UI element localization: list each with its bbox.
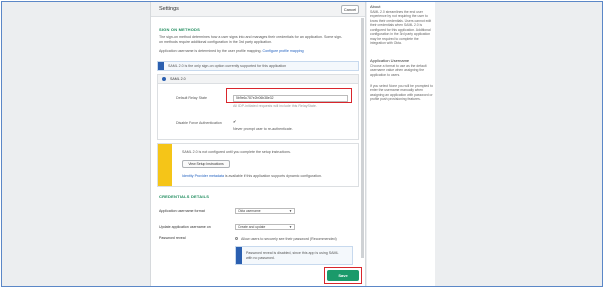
force-auth-hint: Never prompt user to re-authenticate. <box>233 127 293 131</box>
password-reveal-option: Allow users to securely see their passwo… <box>241 237 337 241</box>
password-reveal-note-2: with no password. <box>246 256 275 260</box>
configure-profile-mapping-link[interactable]: Configure profile mapping <box>262 49 303 53</box>
view-setup-instructions-button[interactable]: View Setup Instructions <box>182 160 230 168</box>
warning-icon <box>158 144 172 186</box>
about-title: About <box>370 4 381 9</box>
update-username-label: Update application username on <box>159 225 211 229</box>
relay-state-hint: All IDP-initiated requests will include … <box>233 104 317 108</box>
app-username-text-2: If you select None you will be prompted … <box>370 84 433 102</box>
panel-header: Settings Cancel <box>151 2 365 17</box>
info-icon <box>158 62 164 70</box>
sign-on-desc-2: on methods require additional configurat… <box>159 40 273 44</box>
chevron-down-icon: ▼ <box>289 209 292 213</box>
metadata-suffix: is available if this application support… <box>224 174 323 178</box>
password-reveal-label: Password reveal <box>159 236 186 240</box>
save-button[interactable]: Save <box>327 270 359 281</box>
password-reveal-note-1: Password reveal is disabled, since this … <box>246 251 339 255</box>
app-username-text-1: Choose a format to use as the default us… <box>370 64 427 77</box>
setup-warning-box: SAML 2.0 is not configured until you com… <box>157 143 359 187</box>
sign-on-heading: SIGN ON METHODS <box>159 27 201 32</box>
relay-state-highlight <box>226 88 352 103</box>
username-note-text: Application username is determined by th… <box>159 49 262 53</box>
settings-panel: Settings Cancel SIGN ON METHODS The sign… <box>150 2 366 286</box>
credentials-heading: CREDENTIALS DETAILS <box>159 194 210 199</box>
update-username-select[interactable]: Create and update ▼ <box>235 224 295 230</box>
force-auth-checkbox[interactable]: ✔ <box>233 119 236 124</box>
panel-title: Settings <box>159 6 179 12</box>
saml-radio[interactable] <box>162 77 166 81</box>
saml-label: SAML 2.0 <box>170 77 186 81</box>
cancel-button[interactable]: Cancel <box>341 5 359 14</box>
username-format-label: Application username format <box>159 209 205 213</box>
about-text: SAML 2.0 streamlines the end user experi… <box>370 10 432 45</box>
right-background <box>436 2 602 286</box>
password-reveal-info: Password reveal is disabled, since this … <box>235 246 353 265</box>
password-reveal-checkbox[interactable] <box>235 237 238 240</box>
relay-state-label: Default Relay State <box>176 96 207 100</box>
info-icon <box>236 247 242 264</box>
saml-option-header[interactable]: SAML 2.0 <box>158 75 358 84</box>
only-option-text: SAML 2.0 is the only sign-on option curr… <box>168 64 287 68</box>
force-auth-label: Disable Force Authentication <box>176 121 222 125</box>
metadata-line: Identity Provider metadata is available … <box>182 174 322 178</box>
only-option-info: SAML 2.0 is the only sign-on option curr… <box>157 61 359 71</box>
warning-text: SAML 2.0 is not configured until you com… <box>182 150 291 154</box>
app-username-title: Application Username <box>370 58 410 63</box>
update-username-value: Create and update <box>238 225 266 229</box>
help-panel: About SAML 2.0 streamlines the end user … <box>367 2 435 286</box>
chevron-down-icon: ▼ <box>289 225 292 229</box>
username-format-value: Okta username <box>238 209 261 213</box>
panel-scrollbar[interactable] <box>361 18 364 258</box>
saml-option-box: SAML 2.0 Default Relay State 5b9e6c787e2… <box>157 74 359 140</box>
left-background <box>2 2 150 286</box>
sign-on-desc-1: The sign-on method determines how a user… <box>159 35 343 39</box>
idp-metadata-link[interactable]: Identity Provider metadata <box>182 174 224 178</box>
username-format-select[interactable]: Okta username ▼ <box>235 208 295 214</box>
username-note: Application username is determined by th… <box>159 49 304 53</box>
